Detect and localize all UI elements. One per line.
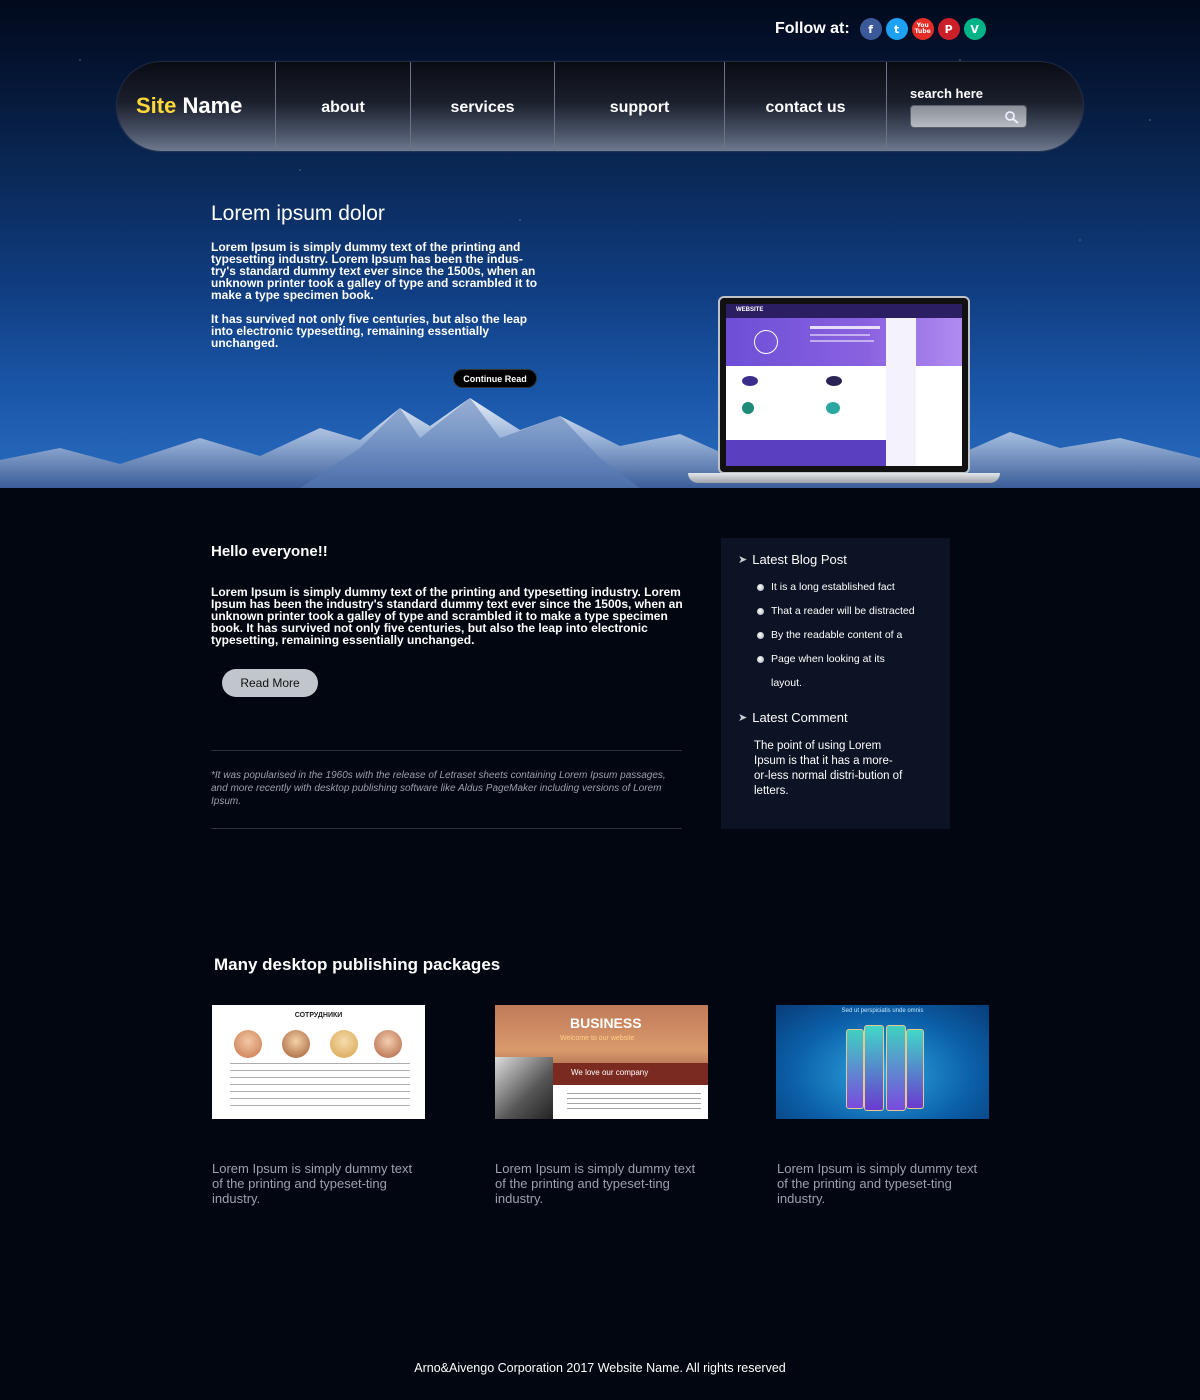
package-image-band: We love our company bbox=[571, 1068, 649, 1077]
hero-paragraph-1: Lorem Ipsum is simply dummy text of the … bbox=[211, 240, 538, 302]
pinterest-icon[interactable]: P bbox=[937, 18, 960, 40]
package-image-heading: Sed ut perspiciatis unde omnis bbox=[841, 1008, 924, 1014]
blog-post-list: It is a long established fact That a rea… bbox=[757, 581, 915, 701]
bullet-icon bbox=[757, 608, 764, 615]
blog-post-item[interactable]: Page when looking at its bbox=[757, 653, 915, 677]
site-name-part1: Site bbox=[136, 93, 177, 118]
arrow-right-icon: ➤ bbox=[738, 554, 748, 566]
bullet-icon bbox=[757, 656, 764, 663]
continue-read-button[interactable]: Continue Read bbox=[453, 369, 537, 388]
hero-text: Lorem Ipsum is simply dummy text of the … bbox=[211, 241, 543, 361]
nav-about[interactable]: about bbox=[276, 99, 410, 117]
package-image-subheading: Welcome to our website bbox=[560, 1035, 635, 1042]
mountains-image bbox=[0, 398, 1200, 488]
search-icon[interactable] bbox=[1001, 106, 1023, 127]
blog-post-link[interactable]: Page when looking at its bbox=[771, 653, 885, 665]
search-box bbox=[910, 105, 1027, 128]
preview-logo: WEBSITE bbox=[736, 307, 764, 313]
hero-title: Lorem ipsum dolor bbox=[211, 202, 385, 225]
package-image-heading: BUSINESS bbox=[570, 1015, 642, 1031]
nav-support[interactable]: support bbox=[555, 99, 724, 117]
arrow-right-icon: ➤ bbox=[738, 712, 748, 724]
intro-text: Lorem Ipsum is simply dummy text of the … bbox=[211, 585, 683, 647]
facebook-icon[interactable]: f bbox=[859, 18, 882, 40]
bullet-icon bbox=[757, 632, 764, 639]
latest-comment-title: Latest Comment bbox=[752, 710, 848, 725]
latest-comment-heading: ➤ Latest Comment bbox=[738, 710, 848, 725]
laptop-screen: WEBSITE bbox=[718, 296, 970, 474]
website-preview-image: WEBSITE bbox=[726, 304, 962, 466]
follow-label: Follow at: bbox=[775, 20, 850, 37]
nav-divider bbox=[886, 62, 887, 151]
main-nav: Site Name about services support contact… bbox=[117, 62, 1083, 151]
search-input[interactable] bbox=[911, 106, 1001, 127]
youtube-icon[interactable]: You Tube bbox=[911, 18, 934, 40]
package-image-business[interactable]: BUSINESS Welcome to our website We love … bbox=[495, 1005, 708, 1119]
intro-note: *It was popularised in the 1960s with th… bbox=[211, 770, 666, 807]
bullet-icon bbox=[757, 584, 764, 591]
blog-post-item[interactable]: It is a long established fact bbox=[757, 581, 915, 605]
blog-post-item-continued[interactable]: layout. bbox=[757, 677, 915, 701]
package-image-phones[interactable]: Sed ut perspiciatis unde omnis bbox=[776, 1005, 989, 1119]
site-logo[interactable]: Site Name bbox=[136, 93, 242, 119]
package-description: Lorem Ipsum is simply dummy text of the … bbox=[777, 1161, 978, 1206]
sidebar: ➤ Latest Blog Post It is a long establis… bbox=[721, 538, 950, 829]
divider bbox=[211, 828, 682, 829]
follow-bar: Follow at: f t You Tube P V bbox=[775, 18, 986, 40]
twitter-icon[interactable]: t bbox=[885, 18, 908, 40]
blog-post-item[interactable]: That a reader will be distracted bbox=[757, 605, 915, 629]
footer-copyright: Arno&Aivengo Corporation 2017 Website Na… bbox=[414, 1361, 786, 1375]
blog-post-link[interactable]: It is a long established fact bbox=[771, 581, 895, 593]
site-name-part2: Name bbox=[182, 93, 243, 118]
hero-banner: Follow at: f t You Tube P V Site Name ab… bbox=[0, 0, 1200, 488]
nav-services[interactable]: services bbox=[411, 99, 554, 117]
divider bbox=[211, 750, 682, 751]
package-description: Lorem Ipsum is simply dummy text of the … bbox=[212, 1161, 413, 1206]
nav-contact[interactable]: contact us bbox=[725, 99, 886, 117]
latest-blog-heading: ➤ Latest Blog Post bbox=[738, 552, 847, 567]
laptop-base bbox=[688, 473, 1000, 483]
latest-blog-title: Latest Blog Post bbox=[752, 552, 847, 567]
blog-post-link[interactable]: layout. bbox=[771, 677, 802, 689]
read-more-button[interactable]: Read More bbox=[222, 669, 318, 697]
intro-title: Hello everyone!! bbox=[211, 543, 328, 560]
latest-comment-text: The point of using Lorem Ipsum is that i… bbox=[754, 740, 903, 797]
blog-post-link[interactable]: By the readable content of a bbox=[771, 629, 902, 641]
laptop-mockup: WEBSITE bbox=[688, 296, 1000, 486]
hero-paragraph-2: It has survived not only five centuries,… bbox=[211, 312, 528, 350]
packages-title: Many desktop publishing packages bbox=[214, 955, 501, 974]
package-image-heading: СОТРУДНИКИ bbox=[294, 1012, 343, 1019]
blog-post-link[interactable]: That a reader will be distracted bbox=[771, 605, 915, 617]
search-label: search here bbox=[910, 86, 983, 101]
package-description: Lorem Ipsum is simply dummy text of the … bbox=[495, 1161, 696, 1206]
blog-post-item[interactable]: By the readable content of a bbox=[757, 629, 915, 653]
vine-icon[interactable]: V bbox=[963, 18, 986, 40]
package-image-team[interactable]: СОТРУДНИКИ bbox=[212, 1005, 425, 1119]
